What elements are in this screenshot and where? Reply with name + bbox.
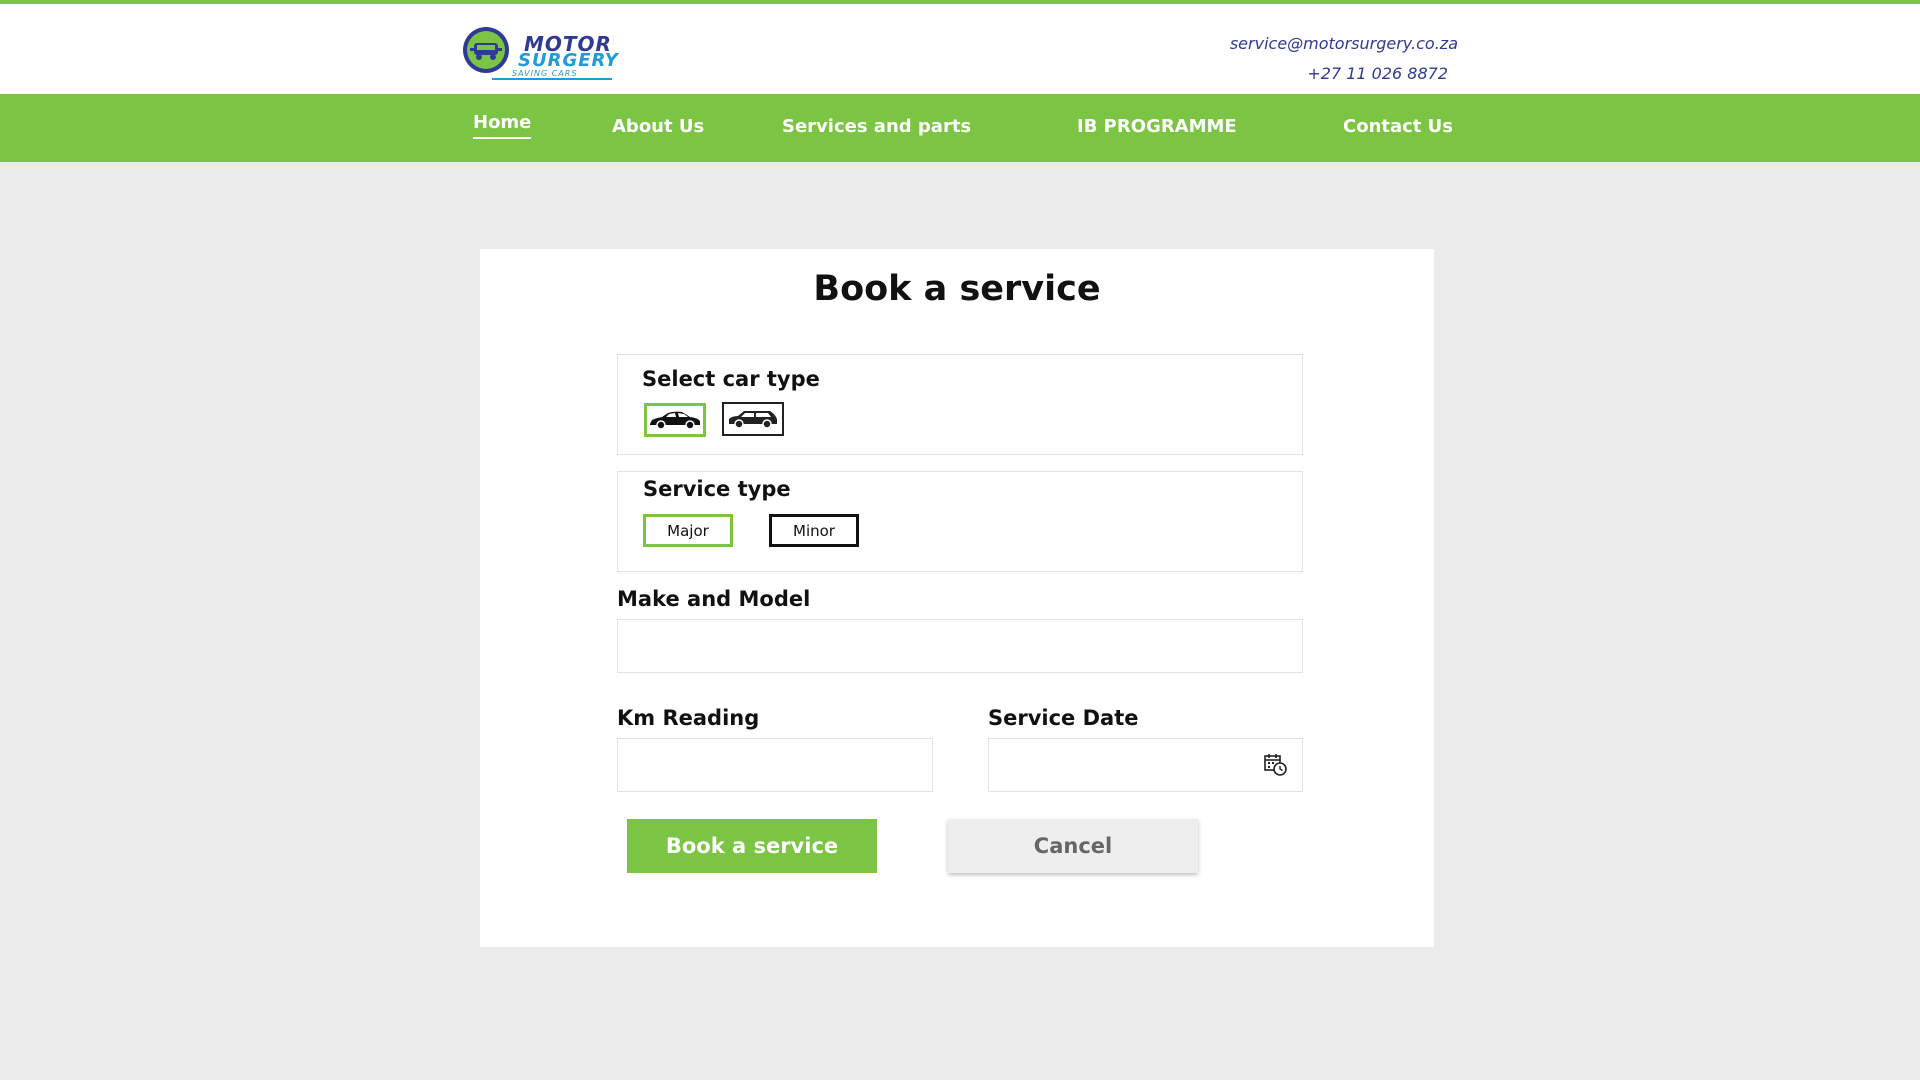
make-model-label: Make and Model — [617, 587, 811, 611]
service-type-major-button[interactable]: Major — [643, 514, 733, 547]
form-title: Book a service — [813, 269, 1101, 309]
service-type-label: Service type — [643, 477, 791, 501]
hatchback-icon — [729, 411, 777, 429]
site-header: MOTOR SURGERY SAVING CARS service@motors… — [0, 0, 1920, 94]
make-model-input[interactable] — [617, 619, 1303, 673]
service-date-label: Service Date — [988, 706, 1139, 730]
calendar-clock-icon[interactable] — [1264, 753, 1288, 777]
nav-about-us[interactable]: About Us — [612, 116, 704, 137]
nav-home[interactable]: Home — [473, 112, 532, 139]
sedan-icon — [650, 411, 700, 430]
car-type-sedan-button[interactable] — [644, 403, 706, 437]
car-type-section: Select car type — [617, 354, 1303, 455]
km-reading-input[interactable] — [617, 738, 933, 792]
service-type-minor-button[interactable]: Minor — [769, 514, 859, 547]
site-logo[interactable]: MOTOR SURGERY SAVING CARS — [462, 26, 632, 82]
service-type-section: Service type Major Minor — [617, 471, 1303, 572]
logo-text-surgery: SURGERY — [518, 50, 619, 71]
nav-ib-programme[interactable]: IB PROGRAMME — [1077, 116, 1237, 137]
nav-services-and-parts[interactable]: Services and parts — [782, 116, 971, 137]
km-reading-label: Km Reading — [617, 706, 760, 730]
logo-emblem-icon — [463, 27, 509, 73]
contact-email[interactable]: service@motorsurgery.co.za — [1058, 34, 1458, 53]
car-type-label: Select car type — [642, 367, 820, 391]
car-type-hatchback-button[interactable] — [722, 402, 784, 436]
contact-phone[interactable]: +27 11 026 8872 — [1048, 64, 1448, 83]
logo-underline — [492, 78, 612, 80]
booking-form-card: Book a service Select car type Service t… — [480, 249, 1434, 947]
cancel-button[interactable]: Cancel — [948, 819, 1198, 873]
book-service-button[interactable]: Book a service — [627, 819, 877, 873]
nav-contact-us[interactable]: Contact Us — [1343, 116, 1453, 137]
service-date-input[interactable] — [988, 738, 1303, 792]
main-nav: Home About Us Services and parts IB PROG… — [0, 94, 1920, 162]
